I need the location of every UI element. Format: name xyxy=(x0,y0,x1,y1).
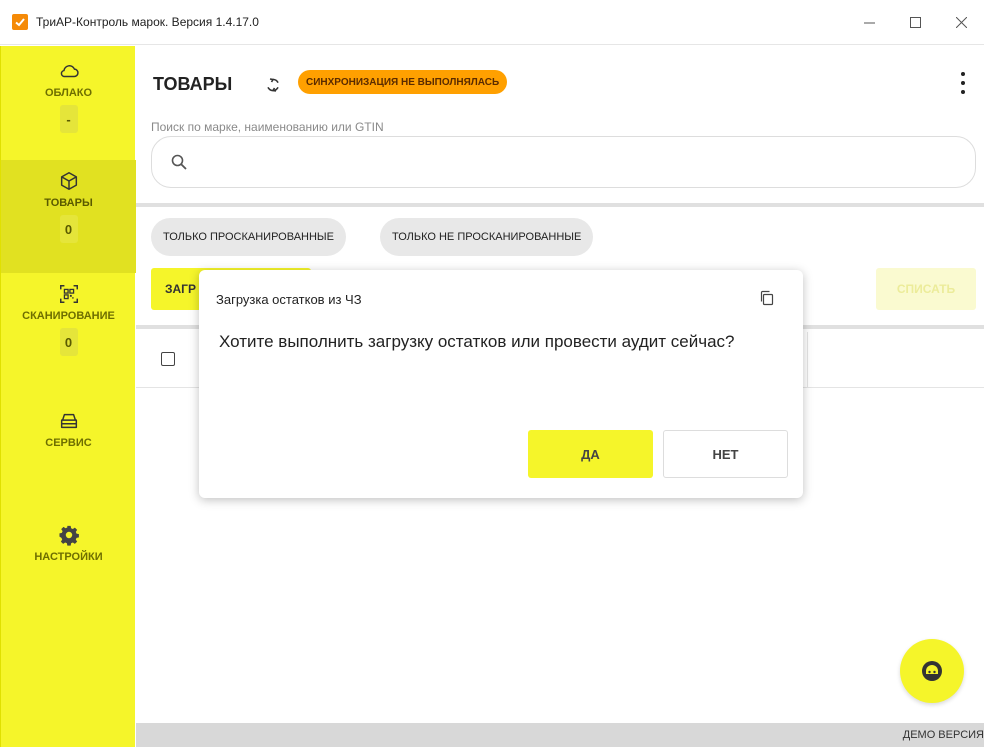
column-separator xyxy=(807,332,808,388)
sidebar-item-service[interactable]: СЕРВИС xyxy=(1,408,136,478)
no-button[interactable]: НЕТ xyxy=(663,430,788,478)
sidebar-item-label: ОБЛАКО xyxy=(44,87,93,99)
box-icon xyxy=(56,168,82,194)
sidebar-item-label: ТОВАРЫ xyxy=(44,197,93,209)
cloud-badge: - xyxy=(59,105,78,133)
select-all-checkbox[interactable] xyxy=(161,352,175,366)
qr-scan-icon xyxy=(56,281,82,307)
gear-icon xyxy=(56,522,82,548)
write-off-button[interactable]: СПИСАТЬ xyxy=(876,268,976,310)
minimize-button[interactable] xyxy=(846,0,892,45)
sidebar: ОБЛАКО - ТОВАРЫ 0 СКАНИРОВАНИЕ 0 СЕРВИС xyxy=(0,46,136,747)
search-field[interactable] xyxy=(151,136,976,188)
support-agent-icon xyxy=(922,661,942,681)
filter-scanned-only-chip[interactable]: ТОЛЬКО ПРОСКАНИРОВАННЫЕ xyxy=(151,218,347,256)
sidebar-item-label: СЕРВИС xyxy=(45,437,92,449)
sidebar-item-cloud[interactable]: ОБЛАКО - xyxy=(1,52,136,162)
sync-icon[interactable] xyxy=(264,76,282,94)
copy-icon[interactable] xyxy=(759,290,775,306)
divider xyxy=(136,203,984,207)
sidebar-item-scanning[interactable]: СКАНИРОВАНИЕ 0 xyxy=(1,273,136,383)
close-icon xyxy=(955,17,967,28)
window-titlebar: ТриАР-Контроль марок. Версия 1.4.17.0 xyxy=(0,0,984,45)
sidebar-item-goods[interactable]: ТОВАРЫ 0 xyxy=(1,160,136,273)
yes-button[interactable]: ДА xyxy=(528,430,653,478)
search-input[interactable] xyxy=(202,149,942,177)
page-title: ТОВАРЫ xyxy=(153,74,233,94)
more-menu-icon[interactable] xyxy=(960,72,966,94)
app-logo-icon xyxy=(12,14,28,30)
scanning-badge: 0 xyxy=(59,328,78,356)
sidebar-item-settings[interactable]: НАСТРОЙКИ xyxy=(1,522,136,592)
cloud-icon xyxy=(56,58,82,84)
footer-bar: ДЕМО ВЕРСИЯ xyxy=(136,723,984,747)
maximize-button[interactable] xyxy=(892,0,938,45)
goods-badge: 0 xyxy=(59,215,78,243)
search-label: Поиск по марке, наименованию или GTIN xyxy=(151,120,384,134)
dialog-message: Хотите выполнить загрузку остатков или п… xyxy=(219,332,735,351)
cash-register-icon xyxy=(56,408,82,434)
close-button[interactable] xyxy=(938,0,984,45)
sidebar-item-label: НАСТРОЙКИ xyxy=(34,551,103,563)
demo-version-label: ДЕМО ВЕРСИЯ xyxy=(902,729,984,741)
sidebar-item-label: СКАНИРОВАНИЕ xyxy=(22,310,115,322)
window-title: ТриАР-Контроль марок. Версия 1.4.17.0 xyxy=(36,15,259,29)
dialog-title: Загрузка остатков из ЧЗ xyxy=(216,292,362,307)
sync-status-badge: СИНХРОНИЗАЦИЯ НЕ ВЫПОЛНЯЛАСЬ xyxy=(298,70,508,94)
stock-load-dialog: Загрузка остатков из ЧЗ Хотите выполнить… xyxy=(199,270,803,498)
filter-not-scanned-only-chip[interactable]: ТОЛЬКО НЕ ПРОСКАНИРОВАННЫЕ xyxy=(380,218,594,256)
maximize-icon xyxy=(909,17,921,28)
minimize-icon xyxy=(863,22,875,24)
search-icon xyxy=(171,154,187,170)
support-chat-button[interactable] xyxy=(900,639,964,703)
